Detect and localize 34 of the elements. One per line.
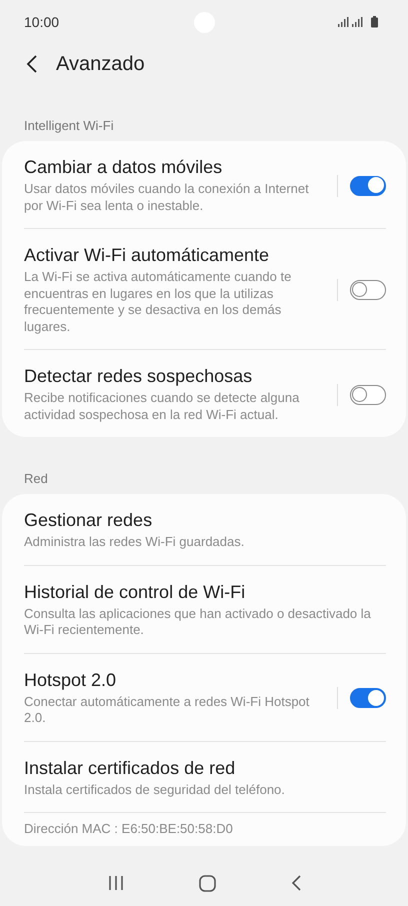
- item-description: Administra las redes Wi-Fi guardadas.: [24, 534, 246, 550]
- settings-item[interactable]: Cambiar a datos móviles Usar datos móviles cuando la conexión a Internet por Wi-Fi sea lenta o inestable.: [24, 141, 386, 228]
- item-title: Cambiar a datos móviles: [24, 157, 224, 178]
- settings-item[interactable]: Gestionar redes Administra las redes Wi-Fi guardadas.: [24, 494, 386, 564]
- item-title: Hotspot 2.0: [24, 670, 118, 690]
- toggle-switch[interactable]: [350, 688, 386, 708]
- toggle-switch[interactable]: [350, 384, 386, 404]
- item-title: Instalar certificados de red: [24, 758, 236, 778]
- toggle-switch[interactable]: [350, 176, 386, 196]
- back-icon[interactable]: [290, 875, 300, 891]
- recent-apps-icon[interactable]: [108, 875, 124, 891]
- settings-item[interactable]: Instalar certificados de red Instala certificados de seguridad del teléfono.: [24, 742, 386, 812]
- page-title: Avanzado: [56, 52, 145, 76]
- status-time: 10:00: [24, 14, 60, 30]
- item-description: Usar datos móviles cuando la conexión a Internet por Wi-Fi sea lenta o inestable.: [24, 181, 310, 214]
- item-title: Detectar redes sospechosas: [24, 366, 254, 387]
- item-description: Consulta las aplicaciones que han activado o desactivado la Wi-Fi recientemente.: [24, 606, 372, 638]
- item-title: Activar Wi-Fi automáticamente: [24, 245, 270, 266]
- section-title: Red: [23, 470, 49, 488]
- section-title: Intelligent Wi-Fi: [23, 117, 115, 135]
- item-description: Instala certificados de seguridad del teléfono.: [24, 782, 286, 798]
- settings-item[interactable]: Detectar redes sospechosas Recibe notificaciones cuando se detecte alguna actividad sospechosa en la red Wi-Fi actual.: [24, 350, 386, 437]
- back-icon[interactable]: [26, 55, 38, 73]
- home-icon[interactable]: [198, 874, 216, 892]
- item-title: Gestionar redes: [24, 510, 154, 531]
- settings-item[interactable]: Activar Wi-Fi automáticamente La Wi-Fi se activa automáticamente cuando te encuentras en lugares en los que la utilizas frecuentemente y se desactiva en los demás lugares.: [24, 229, 386, 349]
- toggle-switch[interactable]: [350, 280, 386, 300]
- item-description: Recibe notificaciones cuando se detecte alguna actividad sospechosa en la red Wi-Fi actual.: [24, 390, 300, 423]
- item-description: La Wi-Fi se activa automáticamente cuando te encuentras en lugares en los que la utilizas frecuentemente y se desactiva en los demás lugares.: [24, 269, 292, 335]
- settings-item[interactable]: Hotspot 2.0 Conectar automáticamente a redes Wi-Fi Hotspot 2.0.: [24, 654, 386, 740]
- item-title: Historial de control de Wi-Fi: [24, 582, 246, 602]
- mac-address-text: Dirección MAC : E6:50:BE:50:58:D0: [24, 820, 234, 838]
- item-description: Conectar automáticamente a redes Wi-Fi Hotspot 2.0.: [24, 694, 310, 726]
- settings-item[interactable]: Historial de control de Wi-Fi Consulta las aplicaciones que han activado o desactivado la Wi-Fi recientemente.: [24, 566, 386, 652]
